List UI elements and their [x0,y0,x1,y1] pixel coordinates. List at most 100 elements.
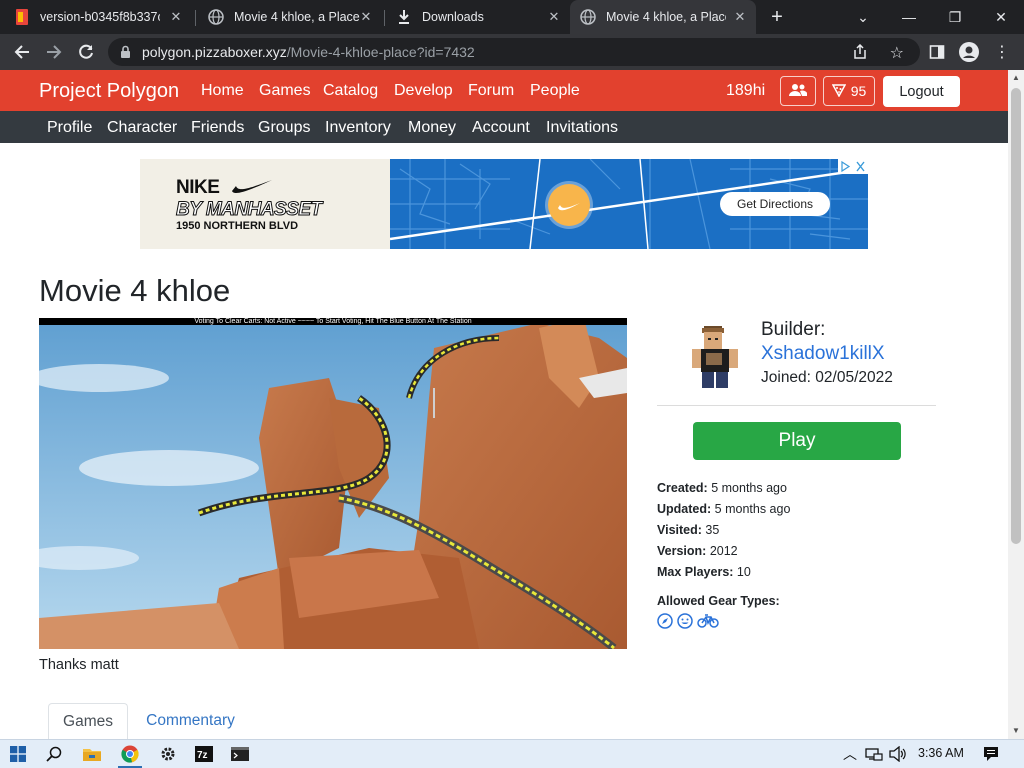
logout-button[interactable]: Logout [883,76,960,107]
volume-icon[interactable] [889,745,907,765]
tab-title: Movie 4 khloe, a Place [606,10,726,24]
play-button[interactable]: Play [693,422,901,460]
network-icon[interactable] [865,746,883,765]
globe-icon [580,9,596,25]
tab-commentary[interactable]: Commentary [138,703,243,739]
chrome-taskbar-icon[interactable] [112,740,148,768]
bicycle-icon [697,613,719,629]
windows-start-icon[interactable] [0,740,36,768]
stat-value: 35 [705,523,720,537]
stat-max-players: Max Players: 10 [657,565,751,579]
compass-icon [657,613,673,629]
stat-visited: Visited: 35 [657,523,719,537]
file-explorer-icon[interactable] [74,740,110,768]
ad-choices-icon[interactable] [838,159,868,174]
notification-icon[interactable] [983,746,999,765]
stat-label: Visited: [657,523,702,537]
username[interactable]: 189hi [726,82,765,100]
restore-button[interactable]: ❐ [932,0,978,34]
bookmark-star-icon[interactable]: ☆ [890,43,904,63]
profile-avatar-icon[interactable] [957,40,981,64]
tab-title: Downloads [422,10,484,24]
browser-tab-downloads[interactable]: Downloads ✕ [386,0,570,34]
side-panel-icon[interactable] [925,40,949,64]
builder-name-link[interactable]: Xshadow1killX [761,343,885,365]
get-directions-button[interactable]: Get Directions [720,192,830,216]
subnav-invitations[interactable]: Invitations [546,119,618,137]
browser-tab-place-active[interactable]: Movie 4 khloe, a Place ✕ [570,0,756,34]
nav-home[interactable]: Home [201,82,244,100]
ad-map: Get Directions [390,159,868,249]
subnav-profile[interactable]: Profile [47,119,92,137]
subnav-account[interactable]: Account [472,119,530,137]
stat-created: Created: 5 months ago [657,481,787,495]
browser-tab-strip: version-b0345f8b337c4 ✕ Movie 4 khloe, a… [0,0,1024,34]
builder-label: Builder: [761,319,826,340]
close-icon[interactable]: ✕ [546,9,562,25]
friends-button[interactable] [780,76,816,106]
nav-games[interactable]: Games [259,82,311,100]
subnav-character[interactable]: Character [107,119,177,137]
currency-amount: 95 [850,83,867,99]
close-icon[interactable]: ✕ [358,9,374,25]
pizza-icon [831,83,846,100]
back-icon[interactable] [10,40,34,64]
browser-tab-version-file[interactable]: version-b0345f8b337c4 ✕ [14,0,192,34]
scroll-thumb[interactable] [1011,88,1021,544]
gear-types-label: Allowed Gear Types: [657,594,780,608]
nav-catalog[interactable]: Catalog [323,82,378,100]
tab-title: version-b0345f8b337c4 [40,10,160,24]
nav-forum[interactable]: Forum [468,82,514,100]
page-scrollbar[interactable]: ▲ ▼ [1008,70,1024,739]
stat-label: Max Players: [657,565,734,579]
search-icon[interactable] [36,740,72,768]
clock-time[interactable]: 3:36 AM [918,746,964,760]
tab-title: Movie 4 khloe, a Place [234,10,360,24]
place-description: Thanks matt [39,657,119,673]
stat-value: 5 months ago [711,481,787,495]
stat-updated: Updated: 5 months ago [657,502,790,516]
tab-search-icon[interactable]: ⌄ [840,0,886,34]
settings-gear-icon[interactable] [150,740,186,768]
minimize-button[interactable]: — [886,0,932,34]
browser-toolbar: polygon.pizzaboxer.xyz/Movie-4-khloe-pla… [0,34,1024,70]
close-icon[interactable]: ✕ [168,9,184,25]
scroll-down-arrow-icon[interactable]: ▼ [1008,723,1024,739]
builder-avatar[interactable] [688,320,742,390]
close-window-button[interactable]: ✕ [978,0,1024,34]
share-icon[interactable] [852,43,868,65]
address-bar[interactable]: polygon.pizzaboxer.xyz/Movie-4-khloe-pla… [108,38,920,66]
more-menu-icon[interactable]: ⋮ [990,40,1014,64]
subnav-inventory[interactable]: Inventory [325,119,391,137]
subnav-groups[interactable]: Groups [258,119,310,137]
nav-people[interactable]: People [530,82,580,100]
scroll-up-arrow-icon[interactable]: ▲ [1008,70,1024,86]
new-tab-button[interactable]: + [766,6,788,28]
thumbnail-caption: Voting To Clear Carts: Not Active ~~~~ T… [39,318,627,325]
terminal-icon[interactable] [222,740,258,768]
url-text: polygon.pizzaboxer.xyz/Movie-4-khloe-pla… [142,44,475,60]
nav-develop[interactable]: Develop [394,82,453,100]
currency-button[interactable]: 95 [823,76,875,106]
ad-brand-panel: NIKE BY MANHASSET 1950 NORTHERN BLVD [140,159,390,249]
stat-version: Version: 2012 [657,544,738,558]
lock-icon[interactable] [120,45,131,64]
stat-label: Updated: [657,502,712,516]
page-title: Movie 4 khloe [39,273,231,308]
site-navbar: Project Polygon Home Games Catalog Devel… [0,70,1008,111]
subnav-friends[interactable]: Friends [191,119,244,137]
site-brand[interactable]: Project Polygon [39,80,179,103]
thumbnail-image [39,318,627,649]
subnav-money[interactable]: Money [408,119,456,137]
advertisement-banner[interactable]: NIKE BY MANHASSET 1950 NORTHERN BLVD Get… [140,159,868,249]
7zip-icon[interactable]: 7z [186,740,222,768]
users-icon [789,83,808,100]
tray-overflow-chevron-icon[interactable]: ︿ [843,744,857,764]
browser-tab-place[interactable]: Movie 4 khloe, a Place ✕ [198,0,382,34]
file-red-icon [14,9,30,25]
reload-icon[interactable] [74,40,98,64]
stat-label: Created: [657,481,708,495]
close-icon[interactable]: ✕ [732,9,748,25]
forward-icon[interactable] [42,40,66,64]
tab-games[interactable]: Games [48,703,128,739]
